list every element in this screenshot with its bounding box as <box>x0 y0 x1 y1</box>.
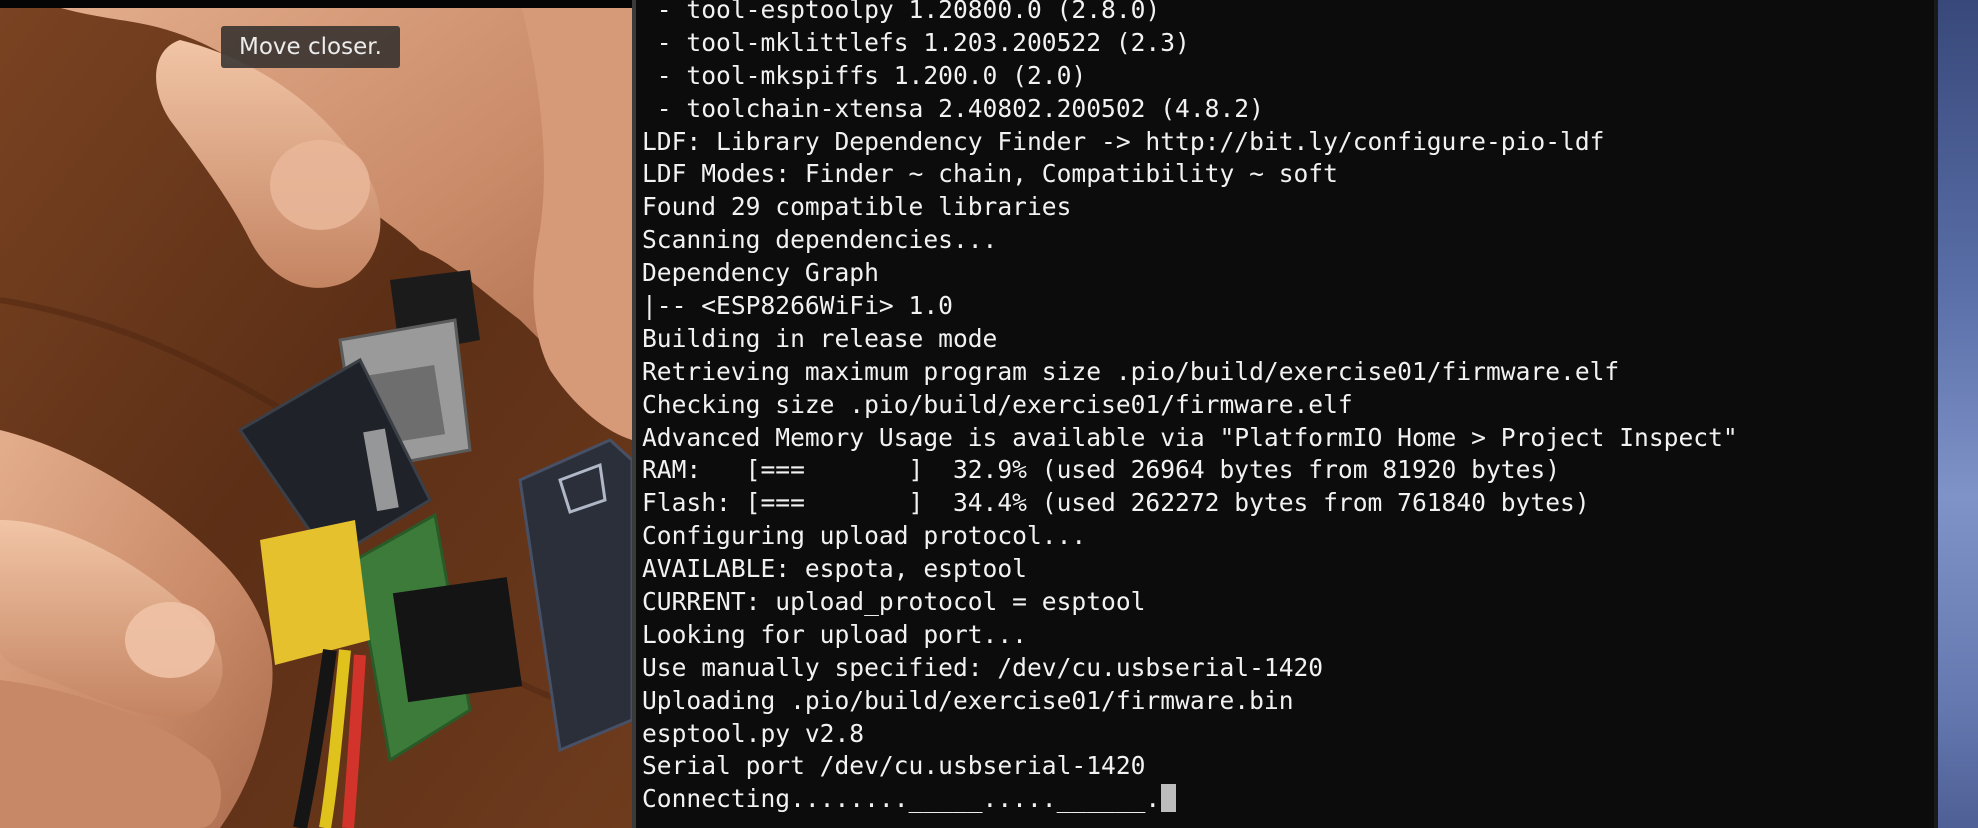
terminal-line-last: Connecting........_____.....______. <box>642 783 1738 816</box>
terminal-line: Building in release mode <box>642 323 998 353</box>
thumbnail <box>270 140 370 230</box>
terminal-line: Checking size .pio/build/exercise01/firm… <box>642 389 1353 419</box>
terminal-window[interactable]: - tool-esptoolpy 1.20800.0 (2.8.0) - too… <box>636 0 1938 828</box>
terminal-line: Looking for upload port... <box>642 619 1027 649</box>
terminal-line: Dependency Graph <box>642 258 879 288</box>
terminal-line: - tool-esptoolpy 1.20800.0 (2.8.0) <box>642 0 1161 24</box>
terminal-prompt-text: Connecting........_____.....______. <box>642 784 1161 814</box>
camera-photo <box>0 0 632 828</box>
terminal-line: |-- <ESP8266WiFi> 1.0 <box>642 291 953 321</box>
terminal-line: Serial port /dev/cu.usbserial-1420 <box>642 751 1146 781</box>
camera-top-strip <box>0 0 632 8</box>
camera-view: Move closer. <box>0 0 632 828</box>
terminal-line: Flash: [=== ] 34.4% (used 262272 bytes f… <box>642 488 1590 518</box>
terminal-cursor <box>1161 784 1177 813</box>
camera-hint-label: Move closer. <box>221 26 400 68</box>
terminal-line: Retrieving maximum program size .pio/bui… <box>642 356 1620 386</box>
terminal-line: esptool.py v2.8 <box>642 718 865 748</box>
terminal-line: RAM: [=== ] 32.9% (used 26964 bytes from… <box>642 455 1561 485</box>
terminal-line: - tool-mkspiffs 1.200.0 (2.0) <box>642 60 1087 90</box>
terminal-line: LDF Modes: Finder ~ chain, Compatibility… <box>642 159 1338 189</box>
dupont-connector <box>392 577 523 703</box>
terminal-line: Configuring upload protocol... <box>642 521 1087 551</box>
terminal-line: Found 29 compatible libraries <box>642 192 1072 222</box>
terminal-line: CURRENT: upload_protocol = esptool <box>642 587 1146 617</box>
terminal-line: AVAILABLE: espota, esptool <box>642 554 1027 584</box>
terminal-line: LDF: Library Dependency Finder -> http:/… <box>642 126 1605 156</box>
terminal-line: Uploading .pio/build/exercise01/firmware… <box>642 685 1294 715</box>
terminal-line: Scanning dependencies... <box>642 225 998 255</box>
screen: Move closer. - tool-esptoolpy 1.20800.0 … <box>0 0 1978 828</box>
terminal-line: - tool-mklittlefs 1.203.200522 (2.3) <box>642 27 1190 57</box>
desktop-background-edge <box>1938 0 1978 828</box>
fingernail <box>125 602 215 678</box>
terminal-output: - tool-esptoolpy 1.20800.0 (2.8.0) - too… <box>642 0 1738 816</box>
yellow-tape <box>260 520 370 665</box>
terminal-line: Use manually specified: /dev/cu.usbseria… <box>642 652 1324 682</box>
terminal-line: - toolchain-xtensa 2.40802.200502 (4.8.2… <box>642 93 1264 123</box>
terminal-line: Advanced Memory Usage is available via "… <box>642 422 1738 452</box>
